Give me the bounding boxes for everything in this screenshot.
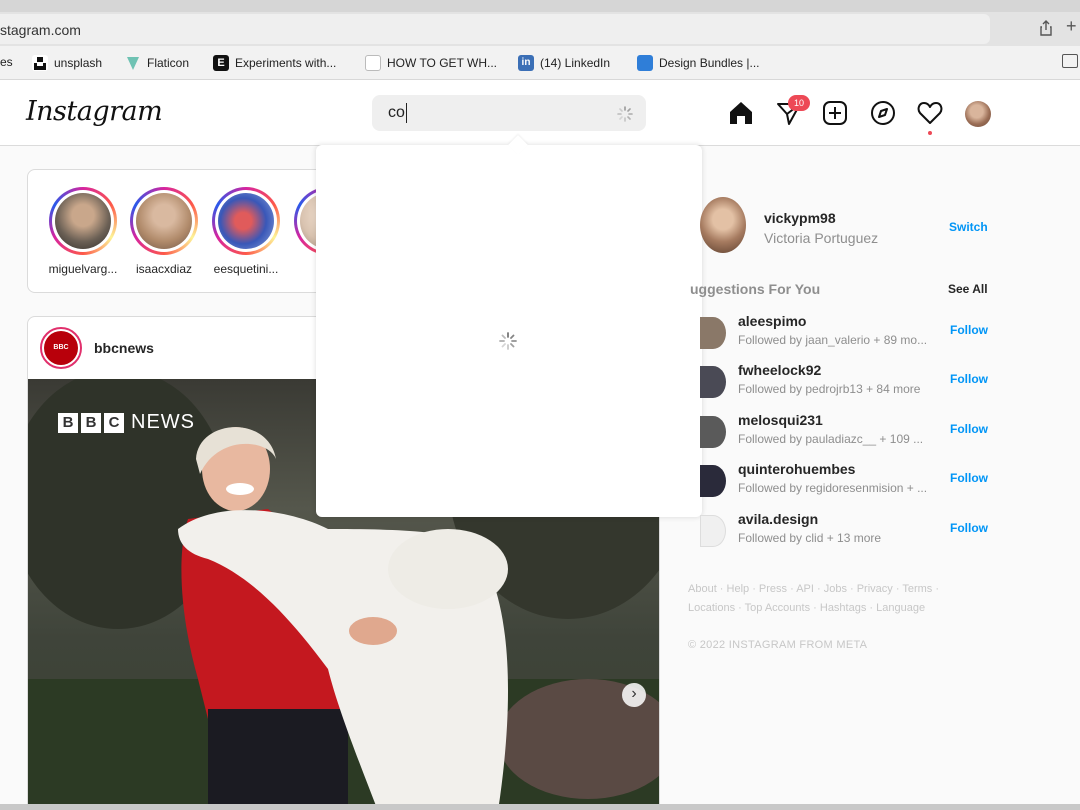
switch-account-button[interactable]: Switch [949, 220, 988, 234]
explore-icon[interactable] [870, 100, 896, 126]
loading-spinner-icon [499, 332, 517, 350]
window-bottom-edge [0, 804, 1080, 810]
follow-button[interactable]: Follow [950, 521, 988, 535]
bookmark-linkedin[interactable]: in (14) LinkedIn [518, 55, 610, 71]
avatar[interactable] [965, 101, 991, 127]
current-user-fullname: Victoria Portuguez [764, 230, 879, 246]
address-bar-url[interactable]: stagram.com [0, 22, 81, 38]
bookmark-how-to-get[interactable]: HOW TO GET WH... [365, 55, 497, 71]
loading-spinner-icon [617, 106, 633, 122]
search-input[interactable]: co [372, 95, 646, 131]
unsplash-icon [32, 55, 48, 71]
search-results-dropdown [316, 135, 702, 517]
suggestion-item: melosqui231 Followed by pauladiazc__ + 1… [700, 412, 1000, 452]
suggestion-item: avila.design Followed by clid + 13 more … [700, 511, 1000, 551]
suggestions-title: uggestions For You [690, 281, 821, 297]
address-bar[interactable] [0, 14, 990, 44]
carousel-next-icon[interactable]: › [622, 683, 646, 707]
story-avatar [218, 193, 274, 249]
see-all-button[interactable]: See All [948, 282, 988, 296]
current-username[interactable]: vickypm98 [764, 210, 836, 226]
bookmark-flaticon[interactable]: Flaticon [125, 55, 189, 71]
suggestion-avatar[interactable] [700, 515, 726, 547]
instagram-header: Instagram co [0, 80, 1080, 146]
home-icon[interactable] [728, 100, 754, 126]
suggestion-item: fwheelock92 Followed by pedrojrb13 + 84 … [700, 362, 1000, 402]
notification-dot [928, 131, 932, 135]
messages-badge: 10 [788, 95, 810, 111]
suggestion-avatar[interactable] [700, 465, 726, 497]
flaticon-icon [125, 55, 141, 71]
heart-icon[interactable] [917, 100, 943, 126]
linkedin-icon: in [518, 55, 534, 71]
story-item[interactable]: eesquetini... [206, 187, 286, 276]
story-item[interactable]: isaacxdiaz [124, 187, 204, 276]
new-tab-icon[interactable]: + [1066, 16, 1077, 37]
text-cursor [406, 103, 407, 123]
suggestion-item: aleespimo Followed by jaan_valerio + 89 … [700, 313, 1000, 353]
doc-icon [365, 55, 381, 71]
follow-button[interactable]: Follow [950, 372, 988, 386]
post-avatar[interactable]: BBC NEWS [40, 327, 82, 385]
share-icon[interactable] [1038, 20, 1054, 36]
bbc-news-watermark: B B C NEWS [58, 411, 195, 434]
bookmarks-bar: es unsplash Flaticon E Experiments with.… [0, 46, 1080, 80]
tab-strip [0, 0, 1080, 12]
search-input-value[interactable]: co [388, 104, 405, 122]
copyright-text: © 2022 INSTAGRAM FROM META [688, 639, 868, 651]
follow-button[interactable]: Follow [950, 323, 988, 337]
new-post-icon[interactable] [822, 100, 848, 126]
instagram-logo[interactable]: Instagram [26, 96, 163, 127]
suggestion-avatar[interactable] [700, 366, 726, 398]
suggestion-avatar[interactable] [700, 416, 726, 448]
follow-button[interactable]: Follow [950, 422, 988, 436]
post-username[interactable]: bbcnews [94, 340, 154, 356]
story-avatar [136, 193, 192, 249]
story-avatar [55, 193, 111, 249]
designbundles-icon [637, 55, 653, 71]
footer-links[interactable]: About · Help · Press · API · Jobs · Priv… [688, 580, 988, 618]
suggestion-avatar[interactable] [700, 317, 726, 349]
browser-toolbar: stagram.com + [0, 0, 1080, 46]
story-item[interactable]: miguelvarg... [43, 187, 123, 276]
suggestion-item: quinterohuembes Followed by regidoresenm… [700, 461, 1000, 501]
follow-button[interactable]: Follow [950, 471, 988, 485]
bookmark-experiments[interactable]: E Experiments with... [213, 55, 336, 71]
sidebar-toggle-icon[interactable] [1062, 54, 1078, 68]
bookmark-es[interactable]: es [0, 55, 13, 69]
current-user-avatar[interactable] [700, 197, 746, 253]
bookmark-design-bundles[interactable]: Design Bundles |... [637, 55, 760, 71]
bookmark-unsplash[interactable]: unsplash [32, 55, 102, 71]
e-icon: E [213, 55, 229, 71]
